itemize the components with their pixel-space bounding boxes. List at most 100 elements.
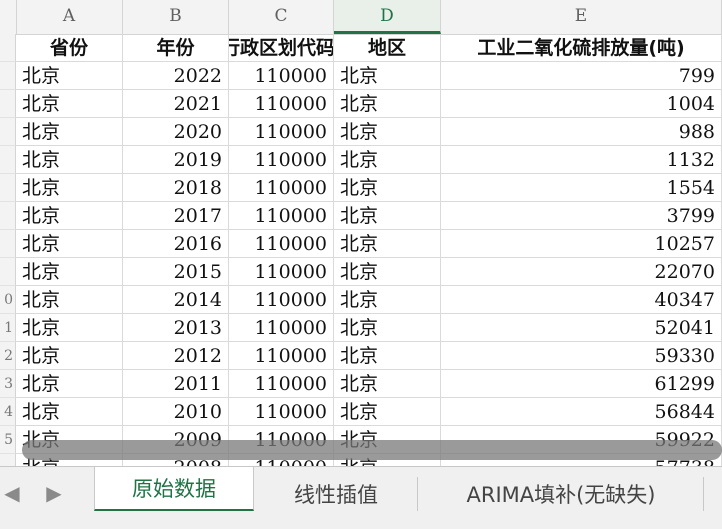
row-header[interactable] [0, 90, 16, 118]
select-all-corner[interactable] [0, 0, 17, 34]
row-header[interactable] [0, 230, 16, 258]
row-header[interactable] [0, 34, 16, 62]
row-header[interactable]: 3 [0, 370, 16, 398]
row-header[interactable] [0, 118, 16, 146]
row-header[interactable] [0, 454, 16, 466]
header-cell[interactable]: 工业二氧化硫排放量(吨) [441, 34, 722, 62]
tab-linear-interpolation[interactable]: 线性插值 [256, 473, 416, 517]
table-cell[interactable]: 北京 [16, 62, 123, 90]
table-cell[interactable]: 北京 [16, 342, 123, 370]
table-cell[interactable]: 北京 [334, 146, 441, 174]
column-header-d[interactable]: D [334, 0, 441, 34]
table-cell[interactable]: 110000 [229, 202, 334, 230]
row-header[interactable] [0, 174, 16, 202]
row-header[interactable]: 1 [0, 314, 16, 342]
header-cell[interactable]: 年份 [123, 34, 229, 62]
row-header[interactable]: 2 [0, 342, 16, 370]
table-cell[interactable]: 北京 [16, 202, 123, 230]
column-header-b[interactable]: B [123, 0, 229, 34]
table-cell[interactable]: 40347 [441, 286, 722, 314]
header-cell[interactable]: 省份 [16, 34, 123, 62]
row-header[interactable]: 4 [0, 398, 16, 426]
table-cell[interactable]: 110000 [229, 146, 334, 174]
table-cell[interactable]: 北京 [16, 370, 123, 398]
table-cell[interactable]: 2014 [123, 286, 229, 314]
sheet-tab-bar: ◀ ▶ 原始数据 线性插值 ARIMA填补(无缺失) [0, 466, 722, 529]
table-cell[interactable]: 北京 [16, 230, 123, 258]
column-header-c[interactable]: C [229, 0, 334, 34]
table-cell[interactable]: 2012 [123, 342, 229, 370]
row-header[interactable]: 0 [0, 286, 16, 314]
table-cell[interactable]: 2013 [123, 314, 229, 342]
table-cell[interactable]: 2021 [123, 90, 229, 118]
table-cell[interactable]: 110000 [229, 258, 334, 286]
table-cell[interactable]: 2022 [123, 62, 229, 90]
column-header-e[interactable]: E [441, 0, 722, 34]
table-cell[interactable]: 北京 [334, 258, 441, 286]
tab-arima-fill[interactable]: ARIMA填补(无缺失) [420, 473, 702, 517]
table-cell[interactable]: 110000 [229, 398, 334, 426]
table-cell[interactable]: 1004 [441, 90, 722, 118]
table-cell[interactable]: 110000 [229, 286, 334, 314]
tab-original-data[interactable]: 原始数据 [94, 467, 254, 511]
table-cell[interactable]: 10257 [441, 230, 722, 258]
table-cell[interactable]: 北京 [16, 118, 123, 146]
table-cell[interactable]: 59330 [441, 342, 722, 370]
table-cell[interactable]: 北京 [334, 398, 441, 426]
table-cell[interactable]: 北京 [334, 314, 441, 342]
table-cell[interactable]: 799 [441, 62, 722, 90]
table-cell[interactable]: 988 [441, 118, 722, 146]
row-header[interactable] [0, 258, 16, 286]
table-cell[interactable]: 北京 [334, 342, 441, 370]
table-cell[interactable]: 2011 [123, 370, 229, 398]
table-cell[interactable]: 1554 [441, 174, 722, 202]
table-cell[interactable]: 北京 [16, 398, 123, 426]
prev-sheet-icon[interactable]: ◀ [2, 481, 22, 505]
header-cell[interactable]: 地区 [334, 34, 441, 62]
table-cell[interactable]: 北京 [334, 174, 441, 202]
row-header[interactable] [0, 146, 16, 174]
table-cell[interactable]: 110000 [229, 370, 334, 398]
table-cell[interactable]: 1132 [441, 146, 722, 174]
table-cell[interactable]: 北京 [16, 146, 123, 174]
header-cell[interactable]: 行政区划代码 [229, 34, 334, 62]
column-header-a[interactable]: A [16, 0, 123, 34]
table-cell[interactable]: 北京 [16, 286, 123, 314]
table-cell[interactable]: 110000 [229, 118, 334, 146]
table-cell[interactable]: 北京 [334, 90, 441, 118]
table-cell[interactable]: 110000 [229, 314, 334, 342]
table-cell[interactable]: 110000 [229, 174, 334, 202]
table-cell[interactable]: 北京 [334, 202, 441, 230]
row-header[interactable]: 5 [0, 426, 16, 454]
table-cell[interactable]: 2015 [123, 258, 229, 286]
table-cell[interactable]: 2019 [123, 146, 229, 174]
table-cell[interactable]: 110000 [229, 230, 334, 258]
table-cell[interactable]: 3799 [441, 202, 722, 230]
table-cell[interactable]: 北京 [334, 118, 441, 146]
table-cell[interactable]: 22070 [441, 258, 722, 286]
table-cell[interactable]: 北京 [334, 62, 441, 90]
table-cell[interactable]: 56844 [441, 398, 722, 426]
table-cell[interactable]: 北京 [334, 230, 441, 258]
table-cell[interactable]: 110000 [229, 90, 334, 118]
horizontal-scrollbar[interactable] [22, 440, 722, 460]
row-header[interactable] [0, 202, 16, 230]
table-cell[interactable]: 2017 [123, 202, 229, 230]
next-sheet-icon[interactable]: ▶ [44, 481, 64, 505]
table-cell[interactable]: 北京 [16, 314, 123, 342]
row-header[interactable] [0, 62, 16, 90]
tab-separator [703, 477, 704, 511]
table-cell[interactable]: 北京 [16, 174, 123, 202]
table-cell[interactable]: 2016 [123, 230, 229, 258]
table-cell[interactable]: 2020 [123, 118, 229, 146]
table-cell[interactable]: 北京 [334, 286, 441, 314]
table-cell[interactable]: 52041 [441, 314, 722, 342]
table-cell[interactable]: 61299 [441, 370, 722, 398]
table-cell[interactable]: 110000 [229, 62, 334, 90]
table-cell[interactable]: 北京 [16, 258, 123, 286]
table-cell[interactable]: 2018 [123, 174, 229, 202]
table-cell[interactable]: 北京 [334, 370, 441, 398]
table-cell[interactable]: 2010 [123, 398, 229, 426]
table-cell[interactable]: 110000 [229, 342, 334, 370]
table-cell[interactable]: 北京 [16, 90, 123, 118]
